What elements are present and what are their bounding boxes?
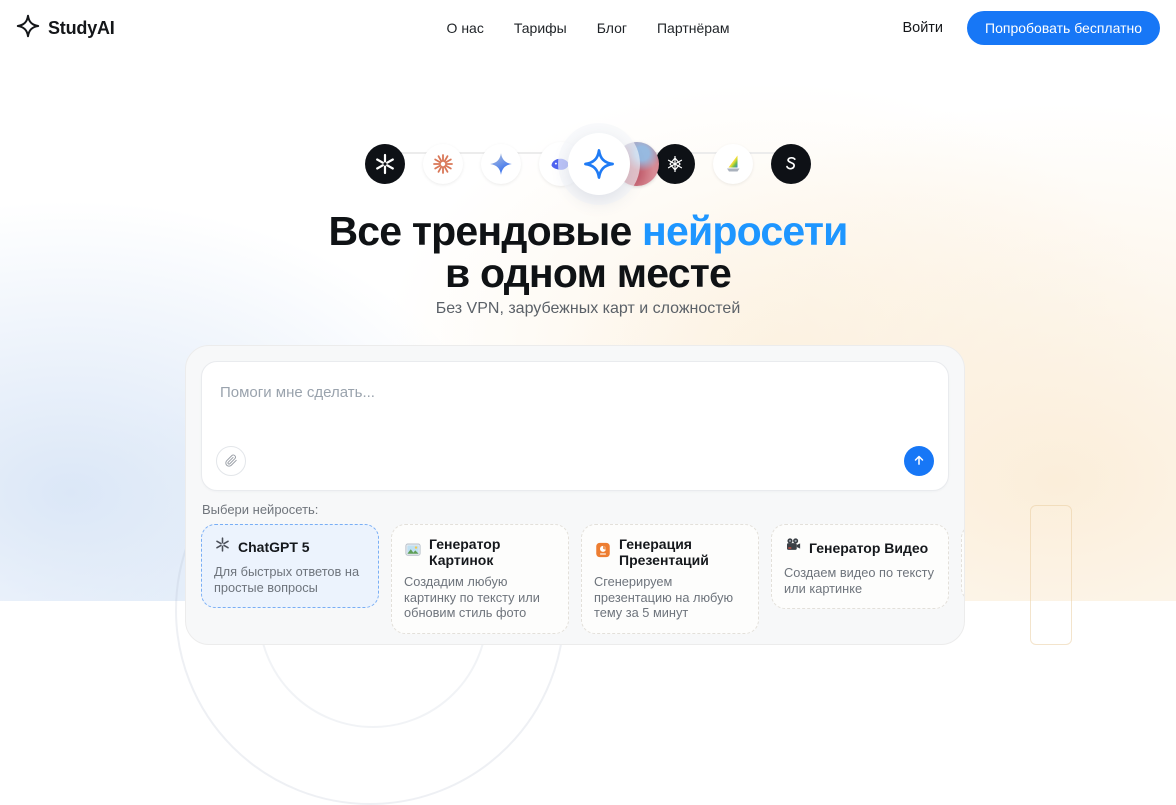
login-link[interactable]: Войти: [902, 20, 943, 36]
card-title: ChatGPT 5: [238, 539, 310, 555]
hero-title-highlight: нейросети: [642, 208, 848, 254]
paperclip-icon: [224, 453, 238, 470]
model-card-image-generator[interactable]: Генератор Картинок Создадим любую картин…: [391, 524, 569, 634]
openai-icon: [365, 144, 405, 184]
model-card-presentations[interactable]: Генерация Презентаций Сгенерируем презен…: [581, 524, 759, 634]
hero-subtitle: Без VPN, зарубежных карт и сложностей: [435, 300, 741, 317]
hero-title-prefix: Все трендовые: [328, 208, 643, 254]
nav-link-about[interactable]: О нас: [447, 20, 484, 36]
main-nav: О нас Тарифы Блог Партнёрам: [447, 20, 730, 36]
header: StudyAI О нас Тарифы Блог Партнёрам Войт…: [0, 0, 1176, 56]
sailboat-icon: [713, 144, 753, 184]
card-head: Генерация Презентаций: [594, 536, 746, 568]
try-free-button[interactable]: Попробовать бесплатно: [967, 11, 1160, 45]
nav-link-partners[interactable]: Партнёрам: [657, 20, 729, 36]
gemini-icon: [481, 144, 521, 184]
prompt-input[interactable]: [202, 362, 948, 490]
prompt-composer: [201, 361, 949, 491]
card-title: Генератор Видео: [809, 539, 929, 556]
model-cards-row: ChatGPT 5 Для быстрых ответов на простые…: [201, 524, 964, 634]
model-selector-label: Выбери нейросеть:: [202, 502, 319, 517]
model-card-partial[interactable]: [961, 524, 964, 602]
ai-logos-strip: [365, 133, 811, 195]
brand-logo[interactable]: StudyAI: [16, 14, 115, 43]
studyai-icon: [568, 133, 630, 195]
presentation-icon: [594, 541, 612, 564]
card-title: Генерация Презентаций: [619, 536, 709, 568]
model-card-chatgpt[interactable]: ChatGPT 5 Для быстрых ответов на простые…: [201, 524, 379, 608]
sparkle-logo-icon: [16, 14, 40, 43]
header-actions: Войти Попробовать бесплатно: [902, 11, 1160, 45]
brand-name: StudyAI: [48, 17, 115, 38]
card-head: Генератор Видео: [784, 536, 936, 559]
hero-title: Все трендовые нейросети в одном месте: [0, 210, 1176, 294]
video-generator-icon: [784, 536, 802, 559]
card-description: Сгенерируем презентацию на любую тему за…: [594, 574, 734, 620]
card-title: Генератор Картинок: [429, 536, 501, 568]
hero-title-line2: в одном месте: [445, 250, 732, 296]
prompt-panel: Выбери нейросеть: ChatGPT 5 Для быстрых …: [185, 345, 965, 645]
card-description: Создаем видео по тексту или картинке: [784, 565, 935, 596]
geometric-star-icon: [655, 144, 695, 184]
attach-file-button[interactable]: [216, 446, 246, 476]
nav-link-blog[interactable]: Блог: [597, 20, 627, 36]
card-head: Генератор Картинок: [404, 536, 556, 568]
card-description: Для быстрых ответов на простые вопросы: [214, 564, 360, 595]
chatgpt-icon: [214, 536, 231, 558]
model-card-video-generator[interactable]: Генератор Видео Создаем видео по тексту …: [771, 524, 949, 609]
swirl-icon: [771, 144, 811, 184]
arrow-up-icon: [912, 453, 926, 470]
decorative-rectangle: [1030, 505, 1072, 645]
card-description: Создадим любую картинку по тексту или об…: [404, 574, 540, 620]
card-head: ChatGPT 5: [214, 536, 366, 558]
send-button[interactable]: [904, 446, 934, 476]
claude-icon: [423, 144, 463, 184]
image-generator-icon: [404, 541, 422, 564]
nav-link-pricing[interactable]: Тарифы: [514, 20, 567, 36]
